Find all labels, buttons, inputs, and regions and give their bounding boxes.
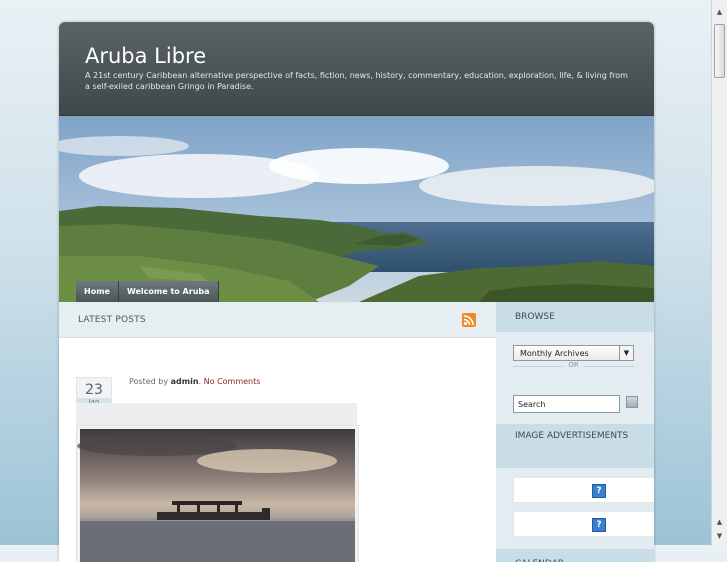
post-author-link[interactable]: admin [171,377,199,386]
landscape-picture [59,116,654,302]
header-banner-image [59,116,654,302]
search-input[interactable] [513,395,620,413]
post-date-day: 23 [85,382,103,398]
scroll-down-icon[interactable]: ▼ [712,530,727,542]
ad-placeholder-icon: ? [592,484,606,498]
ad-slot-2[interactable]: ? [513,511,654,537]
or-line-right [584,366,634,367]
site-title[interactable]: Aruba Libre [85,44,206,68]
page-container: Aruba Libre A 21st century Caribbean alt… [59,22,654,562]
site-description: A 21st century Caribbean alternative per… [85,71,628,91]
search-submit-icon[interactable] [626,396,638,408]
browse-heading: BROWSE [496,302,654,332]
latest-posts-heading: LATEST POSTS [78,315,146,325]
site-header: Aruba Libre A 21st century Caribbean alt… [59,22,654,116]
or-divider: OR [513,361,634,371]
calendar-heading: CALENDAR [496,549,654,562]
ad-slot-1[interactable]: ? [513,477,654,503]
main-content: LATEST POSTS 23 Jan 2011 Posted by admin… [59,302,496,562]
dropdown-arrow-icon[interactable]: ▼ [619,346,633,360]
or-label: OR [568,361,579,369]
post-meta: Posted by admin. No Comments [129,377,260,386]
monthly-archives-select[interactable]: Monthly Archives ▼ [513,345,634,361]
nav-item-welcome-to-aruba[interactable]: Welcome to Aruba [118,281,219,302]
scroll-up-icon-bottom[interactable]: ▲ [712,516,727,528]
archives-select-value: Monthly Archives [520,349,589,358]
scroll-up-icon[interactable]: ▲ [712,6,727,18]
post-meta-separator: . [198,377,202,386]
post-image[interactable] [76,425,359,562]
post-title-bar [76,403,357,425]
post-comments-link[interactable]: No Comments [204,377,261,386]
rss-icon[interactable] [462,313,476,327]
vertical-scrollbar[interactable]: ▲ ▲ ▼ [711,0,727,545]
ad-placeholder-icon: ? [592,518,606,532]
scrollbar-thumb[interactable] [714,24,725,78]
sidebar: BROWSE Monthly Archives ▼ OR IMAGE ADVER… [496,302,654,562]
latest-posts-header: LATEST POSTS [59,302,496,338]
main-navigation: Home Welcome to Aruba [76,281,219,302]
image-ads-heading: IMAGE ADVERTISEMENTS [496,424,654,468]
sunset-photo [77,429,355,562]
post-meta-prefix: Posted by [129,377,169,386]
nav-item-home[interactable]: Home [76,281,119,302]
